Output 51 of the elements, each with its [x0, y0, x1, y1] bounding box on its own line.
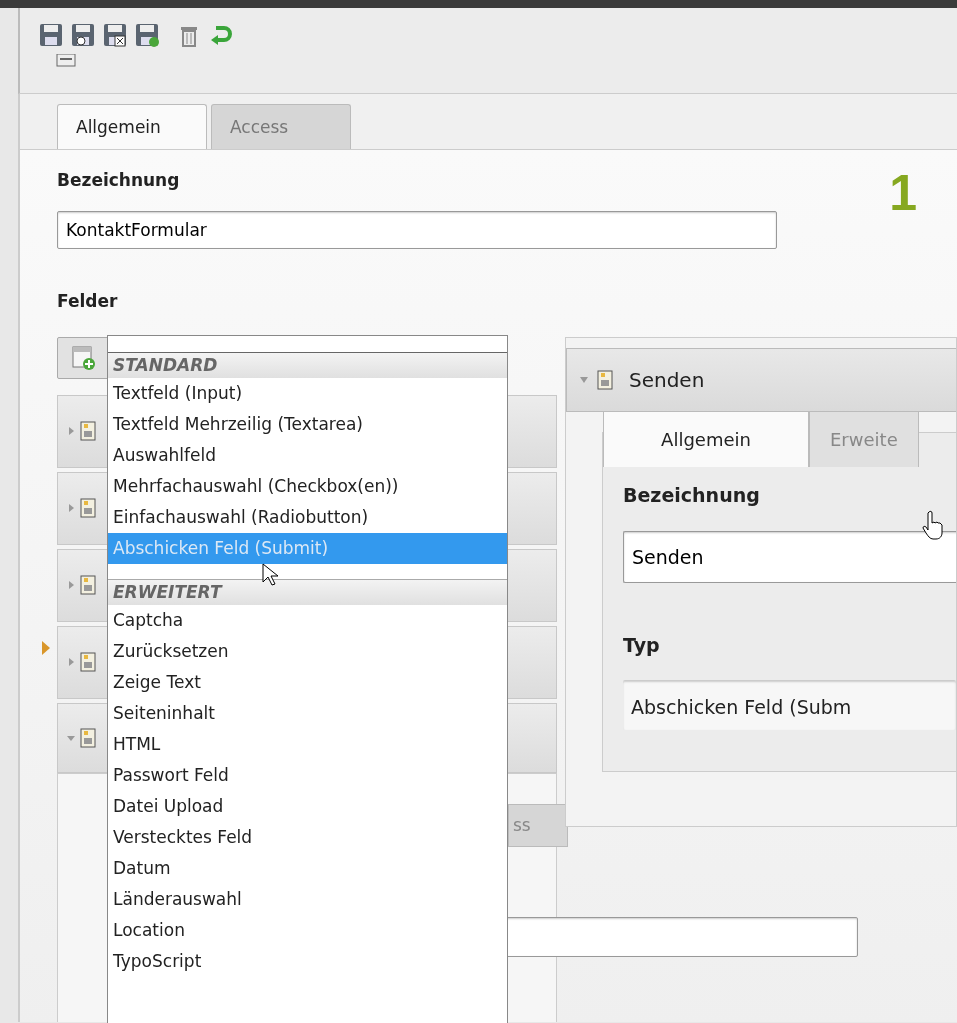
dropdown-option[interactable]: Captcha: [108, 605, 507, 636]
name-input[interactable]: KontaktFormular: [57, 211, 777, 249]
field-label: Typ: [623, 633, 660, 658]
name-input[interactable]: Senden: [623, 531, 956, 583]
caret-icon[interactable]: [66, 426, 76, 436]
dropdown-option[interactable]: Passwort Feld: [108, 760, 507, 791]
save-button[interactable]: [38, 22, 64, 48]
dropdown-option[interactable]: Textfeld Mehrzeilig (Textarea): [108, 409, 507, 440]
page-icon: [597, 369, 613, 390]
dropdown-option[interactable]: Länderauswahl: [108, 884, 507, 915]
save-view-button[interactable]: [70, 22, 96, 48]
dropdown-option[interactable]: TypoScript: [108, 946, 507, 977]
dropdown-option[interactable]: Datei Upload: [108, 791, 507, 822]
group-heading: ERWEITERT: [108, 580, 507, 605]
caret-icon[interactable]: [66, 657, 76, 667]
page-icon: [80, 498, 96, 518]
dropdown-option[interactable]: Mehrfachauswahl (Checkbox(en)): [108, 471, 507, 502]
hand-cursor-icon: [922, 510, 946, 540]
dropdown-option[interactable]: Verstecktes Feld: [108, 822, 507, 853]
dropdown-option[interactable]: HTML: [108, 729, 507, 760]
dropdown-option[interactable]: Einfachauswahl (Radiobutton): [108, 502, 507, 533]
page-icon: [80, 727, 96, 748]
dropdown-option[interactable]: Zurücksetzen: [108, 636, 507, 667]
dropdown-option[interactable]: Auswahlfeld: [108, 440, 507, 471]
element-title: Senden: [629, 366, 705, 394]
caret-icon[interactable]: [66, 503, 76, 513]
tab[interactable]: Allgemein: [603, 410, 809, 467]
add-element-button[interactable]: [57, 336, 109, 379]
dropdown-option[interactable]: Seiteninhalt: [108, 698, 507, 729]
section-label: Felder: [57, 290, 118, 313]
dropdown-option[interactable]: Location: [108, 915, 507, 946]
caret-icon[interactable]: [66, 580, 76, 590]
page-icon: [80, 575, 96, 595]
save-new-button[interactable]: [134, 22, 160, 48]
dropdown-option[interactable]: Textfeld (Input): [108, 378, 507, 409]
save-close-button[interactable]: [102, 22, 128, 48]
field-label: Bezeichnung: [623, 482, 760, 508]
dropdown-option[interactable]: Zeige Text: [108, 667, 507, 698]
field-label: Bezeichnung: [57, 168, 180, 192]
step-number: 1: [889, 163, 917, 223]
add-page-icon: [70, 344, 96, 371]
type-select[interactable]: Abschicken Feld (Subm: [623, 679, 956, 730]
group-heading: STANDARD: [108, 353, 507, 378]
element-header[interactable]: Senden: [566, 347, 956, 412]
document-icon: [56, 54, 78, 68]
pointer-cursor-icon: [262, 563, 278, 587]
caret-icon[interactable]: [579, 375, 589, 384]
dropdown-option[interactable]: Datum: [108, 853, 507, 884]
tab[interactable]: Allgemein: [57, 104, 207, 149]
page-icon: [80, 652, 96, 672]
page-icon: [80, 421, 96, 441]
